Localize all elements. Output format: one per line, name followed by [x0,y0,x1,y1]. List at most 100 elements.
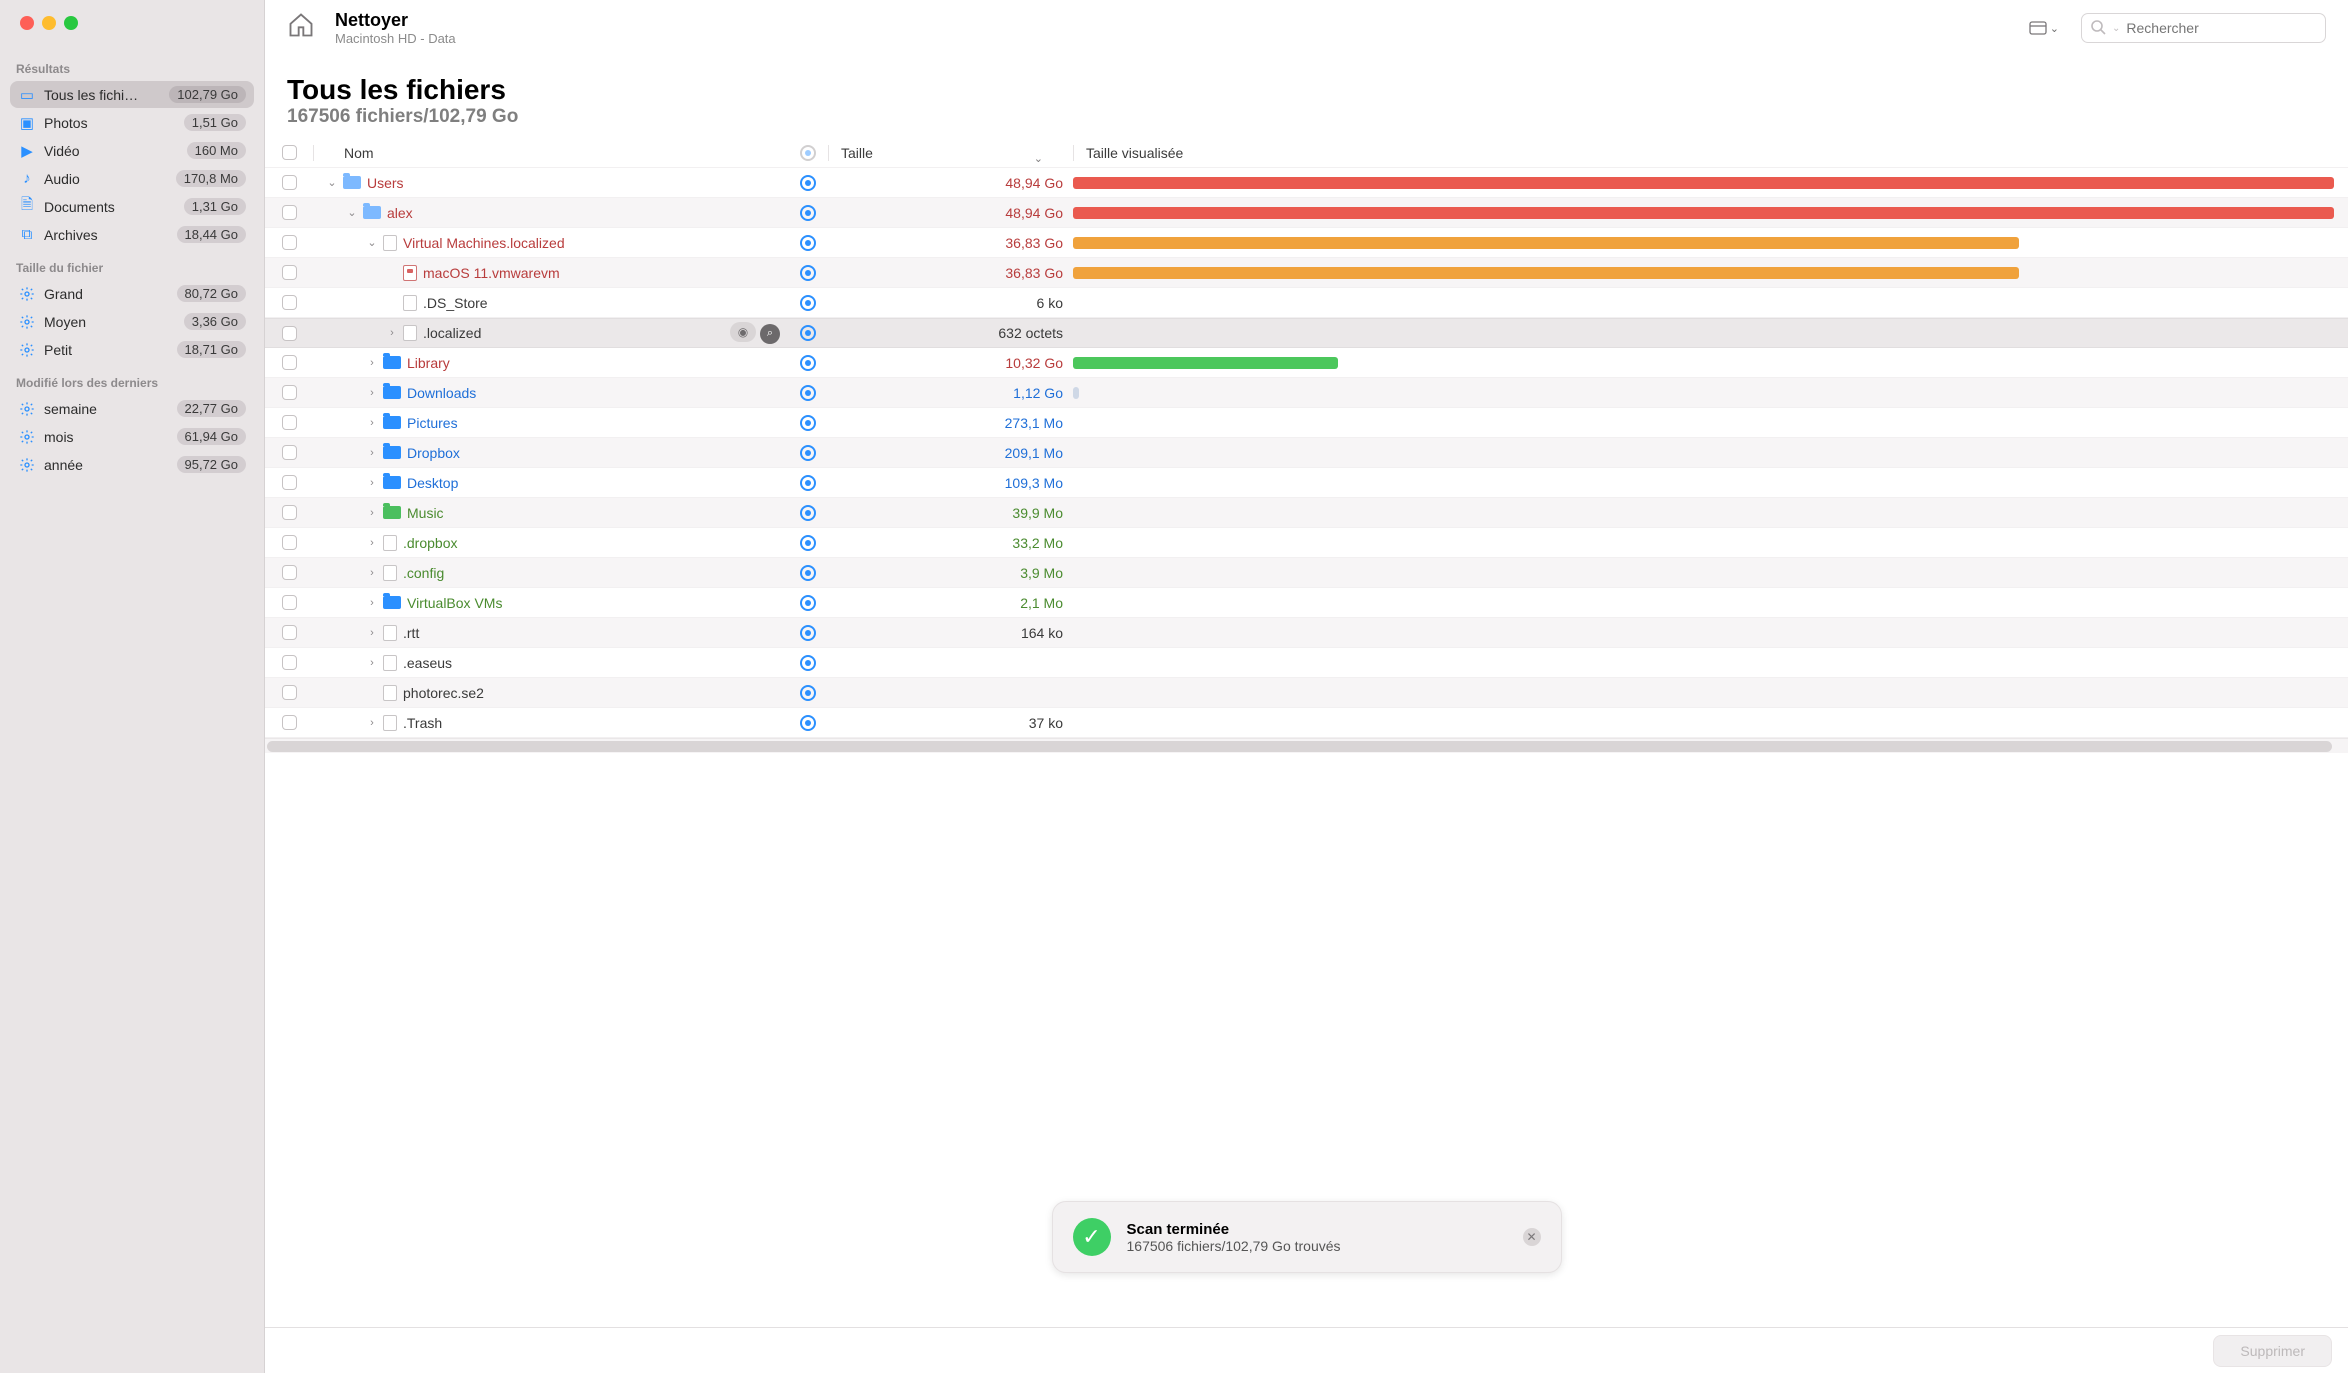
sidebar-item-archives[interactable]: ⧉Archives18,44 Go [10,221,254,248]
row-checkbox[interactable] [282,475,297,490]
file-row[interactable]: ›Pictures273,1 Mo [265,408,2348,438]
sidebar-item-moyen[interactable]: Moyen3,36 Go [10,308,254,335]
close-toast-button[interactable]: ✕ [1523,1228,1541,1246]
locate-button[interactable] [800,205,816,221]
locate-button[interactable] [800,565,816,581]
row-checkbox[interactable] [282,205,297,220]
file-row[interactable]: ›Desktop109,3 Mo [265,468,2348,498]
locate-button[interactable] [800,355,816,371]
sidebar-item-photos[interactable]: ▣Photos1,51 Go [10,109,254,136]
file-row[interactable]: ⌄alex48,94 Go [265,198,2348,228]
locate-button[interactable] [800,385,816,401]
locate-button[interactable] [800,445,816,461]
row-checkbox[interactable] [282,535,297,550]
locate-button[interactable] [800,415,816,431]
locate-button[interactable] [800,625,816,641]
select-all-checkbox[interactable] [282,145,297,160]
row-checkbox[interactable] [282,505,297,520]
file-row[interactable]: ›.Trash37 ko [265,708,2348,738]
row-checkbox[interactable] [282,326,297,341]
sidebar-item-grand[interactable]: Grand80,72 Go [10,280,254,307]
reveal-button[interactable]: ⌕ [760,324,780,344]
sidebar-item-mois[interactable]: mois61,94 Go [10,423,254,450]
disclosure-triangle[interactable]: › [363,477,381,489]
locate-button[interactable] [800,505,816,521]
file-row[interactable]: ›VirtualBox VMs2,1 Mo [265,588,2348,618]
locate-button[interactable] [800,475,816,491]
file-row[interactable]: .DS_Store6 ko [265,288,2348,318]
disclosure-triangle[interactable]: › [363,507,381,519]
row-checkbox[interactable] [282,685,297,700]
locate-button[interactable] [800,595,816,611]
file-row[interactable]: ›.localized◉⌕632 octets [265,318,2348,348]
row-checkbox[interactable] [282,715,297,730]
row-checkbox[interactable] [282,355,297,370]
locate-button[interactable] [800,265,816,281]
sidebar-item-tous-les-fichi-[interactable]: ▭Tous les fichi…102,79 Go [10,81,254,108]
delete-button[interactable]: Supprimer [2213,1335,2332,1367]
disclosure-triangle[interactable]: › [363,357,381,369]
locate-button[interactable] [800,175,816,191]
disclosure-triangle[interactable]: › [363,417,381,429]
disclosure-triangle[interactable]: › [363,537,381,549]
sidebar-item-audio[interactable]: ♪Audio170,8 Mo [10,165,254,192]
row-checkbox[interactable] [282,625,297,640]
disclosure-triangle[interactable]: ⌄ [343,206,361,219]
file-row[interactable]: ›.config3,9 Mo [265,558,2348,588]
row-checkbox[interactable] [282,415,297,430]
disclosure-triangle[interactable]: › [363,567,381,579]
fullscreen-window-button[interactable] [64,16,78,30]
close-window-button[interactable] [20,16,34,30]
disclosure-triangle[interactable]: › [363,717,381,729]
row-checkbox[interactable] [282,295,297,310]
sidebar-item-documents[interactable]: 🗎Documents1,31 Go [10,193,254,220]
disclosure-triangle[interactable]: ⌄ [363,236,381,249]
file-row[interactable]: photorec.se2 [265,678,2348,708]
locate-button[interactable] [800,325,816,341]
search-input[interactable] [2126,20,2317,36]
file-row[interactable]: ›.dropbox33,2 Mo [265,528,2348,558]
file-row[interactable]: ›.easeus [265,648,2348,678]
sidebar-item-petit[interactable]: Petit18,71 Go [10,336,254,363]
file-row[interactable]: ›Dropbox209,1 Mo [265,438,2348,468]
sidebar-item-semaine[interactable]: semaine22,77 Go [10,395,254,422]
file-row[interactable]: ⌄Virtual Machines.localized36,83 Go [265,228,2348,258]
horizontal-scrollbar[interactable] [265,738,2348,753]
row-checkbox[interactable] [282,595,297,610]
home-button[interactable] [287,11,321,45]
column-size[interactable]: Taille ⌄ [828,145,1073,161]
disclosure-triangle[interactable]: › [383,327,401,339]
disclosure-triangle[interactable]: › [363,447,381,459]
column-visual[interactable]: Taille visualisée [1073,145,2348,161]
file-row[interactable]: ›Music39,9 Mo [265,498,2348,528]
file-row[interactable]: macOS 11.vmwarevm36,83 Go [265,258,2348,288]
location-column-icon[interactable] [800,145,816,161]
scrollbar-thumb[interactable] [267,741,2332,752]
row-checkbox[interactable] [282,235,297,250]
file-row[interactable]: ›Downloads1,12 Go [265,378,2348,408]
sidebar-item-vid-o[interactable]: ▶Vidéo160 Mo [10,137,254,164]
locate-button[interactable] [800,295,816,311]
column-name[interactable]: Nom [313,145,788,161]
row-checkbox[interactable] [282,385,297,400]
minimize-window-button[interactable] [42,16,56,30]
disclosure-triangle[interactable]: › [363,627,381,639]
locate-button[interactable] [800,535,816,551]
search-field[interactable]: ⌄ [2081,13,2326,43]
row-checkbox[interactable] [282,265,297,280]
locate-button[interactable] [800,235,816,251]
sidebar-item-ann-e[interactable]: année95,72 Go [10,451,254,478]
row-checkbox[interactable] [282,655,297,670]
file-row[interactable]: ›Library10,32 Go [265,348,2348,378]
disclosure-triangle[interactable]: › [363,387,381,399]
row-checkbox[interactable] [282,175,297,190]
disclosure-triangle[interactable]: › [363,597,381,609]
locate-button[interactable] [800,685,816,701]
file-row[interactable]: ›.rtt164 ko [265,618,2348,648]
preview-button[interactable]: ◉ [730,322,756,342]
row-checkbox[interactable] [282,565,297,580]
locate-button[interactable] [800,715,816,731]
file-row[interactable]: ⌄Users48,94 Go [265,168,2348,198]
row-checkbox[interactable] [282,445,297,460]
disclosure-triangle[interactable]: › [363,657,381,669]
